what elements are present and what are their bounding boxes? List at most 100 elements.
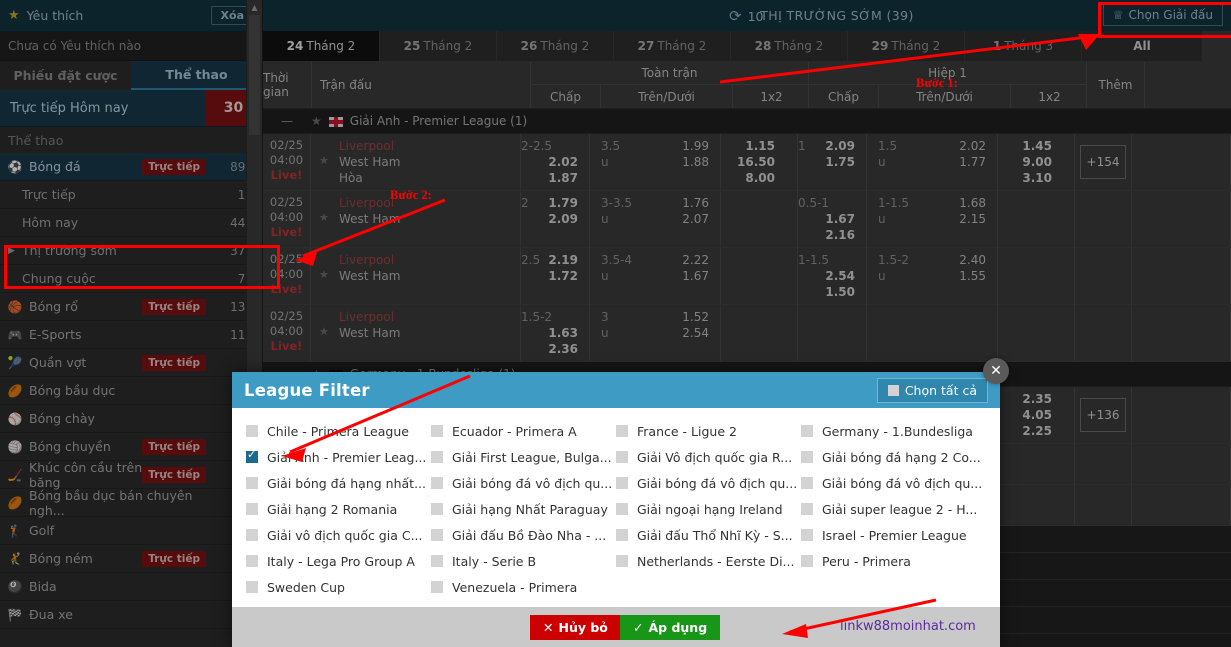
- date-tab[interactable]: 25 Tháng 2: [380, 31, 497, 61]
- list-item[interactable]: Giải bóng đá vô địch qu...: [616, 470, 801, 496]
- more-markets-cell[interactable]: [1075, 248, 1132, 304]
- checkbox-icon[interactable]: [616, 529, 628, 541]
- more-markets-button[interactable]: +154: [1079, 145, 1127, 179]
- list-item[interactable]: Peru - Primera: [801, 548, 986, 574]
- sidebar-item-chung-cuoc[interactable]: Chung cuộc 70: [0, 265, 262, 293]
- ft-handicap-cell[interactable]: 2 1.79 2.09: [521, 191, 590, 247]
- checkbox-icon[interactable]: [801, 425, 813, 437]
- select-all-button[interactable]: Chọn tất cả: [876, 377, 988, 403]
- ft-handicap-cell[interactable]: 2.5 2.19 1.72: [521, 248, 590, 304]
- tab-betslip[interactable]: Phiếu đặt cược: [0, 61, 131, 90]
- sidebar-item-hom-nay[interactable]: Hôm nay 449: [0, 209, 262, 237]
- list-item[interactable]: Giải super league 2 - H...: [801, 496, 986, 522]
- h1-overunder-cell[interactable]: 1-1.5 u 1.68 2.15: [867, 191, 998, 247]
- checkbox-icon[interactable]: [246, 503, 258, 515]
- cancel-button[interactable]: ✕ Hủy bỏ: [530, 615, 621, 640]
- h1-1x2-cell[interactable]: 1.45 9.00 3.10: [998, 134, 1075, 190]
- ft-handicap-cell[interactable]: 2-2.5 2.02 1.87: [521, 134, 590, 190]
- ft-overunder-cell[interactable]: 3-3.5 u 1.76 2.07: [590, 191, 721, 247]
- list-item[interactable]: Giải đấu Thổ Nhĩ Kỳ - S...: [616, 522, 801, 548]
- list-item[interactable]: Italy - Lega Pro Group A: [246, 548, 431, 574]
- checkbox-icon[interactable]: [246, 425, 258, 437]
- sidebar-item-sport[interactable]: 🏉 Bóng bầu dục: [0, 377, 262, 405]
- list-item[interactable]: Giải bóng đá hạng 2 Co...: [801, 444, 986, 470]
- more-markets-cell[interactable]: [1075, 444, 1132, 484]
- h1-1x2-cell[interactable]: [998, 248, 1075, 304]
- checkbox-icon[interactable]: [431, 581, 443, 593]
- list-item[interactable]: Giải bóng đá hạng nhất...: [246, 470, 431, 496]
- scroll-up-icon[interactable]: ▲: [247, 0, 262, 15]
- ft-1x2-cell[interactable]: [721, 305, 798, 361]
- sidebar-item-sport[interactable]: 🏉 Bóng bầu dục bán chuyên ngh...: [0, 488, 262, 518]
- checkbox-icon[interactable]: [246, 529, 258, 541]
- h1-1x2-cell[interactable]: [998, 485, 1075, 525]
- more-markets-cell[interactable]: +154: [1075, 134, 1132, 190]
- date-tab[interactable]: 24 Tháng 2: [263, 31, 380, 61]
- list-item[interactable]: Sweden Cup: [246, 574, 431, 600]
- sidebar-item-sport[interactable]: 🎾 Quần vợt Trực tiếp: [0, 349, 262, 377]
- list-item[interactable]: Netherlands - Eerste Di...: [616, 548, 801, 574]
- ft-overunder-cell[interactable]: 3 u 1.52 2.54: [590, 305, 721, 361]
- checkbox-icon[interactable]: [801, 503, 813, 515]
- more-markets-cell[interactable]: +136: [1075, 387, 1132, 443]
- checkbox-icon[interactable]: [431, 555, 443, 567]
- ft-handicap-cell[interactable]: 1.5-2 1.63 2.36: [521, 305, 590, 361]
- more-markets-button[interactable]: +136: [1079, 398, 1127, 432]
- h1-handicap-cell[interactable]: [798, 305, 867, 361]
- sidebar-item-sport[interactable]: 🏌 Golf: [0, 517, 262, 545]
- checkbox-icon[interactable]: [616, 555, 628, 567]
- checkbox-icon[interactable]: [801, 555, 813, 567]
- list-item[interactable]: Venezuela - Primera: [431, 574, 616, 600]
- list-item[interactable]: Giải hạng Nhất Paraguay: [431, 496, 616, 522]
- checkbox-icon[interactable]: [246, 555, 258, 567]
- checkbox-icon[interactable]: [616, 477, 628, 489]
- list-item[interactable]: Giải ngoại hạng Ireland: [616, 496, 801, 522]
- checkbox-icon[interactable]: [431, 503, 443, 515]
- ft-1x2-cell[interactable]: [721, 191, 798, 247]
- date-tab[interactable]: 26 Tháng 2: [497, 31, 614, 61]
- close-icon[interactable]: ✕: [983, 358, 1009, 384]
- checkbox-icon[interactable]: [801, 451, 813, 463]
- table-row[interactable]: 02/25 04:00 Live! ★ Liverpool West Ham 1.5-2 1.…: [263, 305, 1231, 362]
- h1-handicap-cell[interactable]: 1-1.5 2.54 1.50: [798, 248, 867, 304]
- checkbox-icon[interactable]: [246, 581, 258, 593]
- checkbox-icon[interactable]: [246, 477, 258, 489]
- sidebar-item-sport[interactable]: 🏒 Khúc côn cầu trên băng Trực tiếp: [0, 460, 262, 490]
- h1-overunder-cell[interactable]: 1.5-2 u 2.40 1.55: [867, 248, 998, 304]
- live-today-row[interactable]: Trực tiếp Hôm nay 30: [0, 90, 262, 127]
- list-item[interactable]: Giải hạng 2 Romania: [246, 496, 431, 522]
- checkbox-icon[interactable]: [801, 529, 813, 541]
- list-item[interactable]: Giải đấu Bồ Đào Nha - ...: [431, 522, 616, 548]
- sidebar-item-sport[interactable]: 🤾 Bóng ném Trực tiếp: [0, 545, 262, 573]
- checkbox-icon[interactable]: [246, 448, 258, 463]
- list-item[interactable]: Giải vô địch quốc gia C...: [246, 522, 431, 548]
- refresh-control[interactable]: ⟳ 10: [729, 7, 763, 25]
- checkbox-icon[interactable]: [801, 477, 813, 489]
- h1-1x2-cell[interactable]: [998, 444, 1075, 484]
- scrollbar-thumb[interactable]: [249, 15, 260, 135]
- sidebar-item-sport[interactable]: 🎱 Bida: [0, 573, 262, 601]
- ft-overunder-cell[interactable]: 3.5-4 u 2.22 1.67: [590, 248, 721, 304]
- refresh-icon[interactable]: ⟳: [729, 7, 742, 25]
- star-icon[interactable]: ★: [311, 114, 322, 128]
- sidebar-item-truc-tiep[interactable]: Trực tiếp 16: [0, 181, 262, 209]
- checkbox-icon[interactable]: [431, 529, 443, 541]
- league-header[interactable]: — ★ Giải Anh - Premier League (1): [263, 109, 1231, 134]
- h1-handicap-cell[interactable]: 1 2.09 1.75: [798, 134, 867, 190]
- sidebar-item-sport[interactable]: 🏁 Đua xe: [0, 601, 262, 629]
- list-item[interactable]: Israel - Premier League: [801, 522, 986, 548]
- apply-button[interactable]: ✓ Áp dụng: [620, 615, 721, 640]
- star-icon[interactable]: ★: [319, 324, 329, 340]
- list-item[interactable]: Giải bóng đá vô địch qu...: [431, 470, 616, 496]
- h1-1x2-cell[interactable]: 2.35 4.05 2.25: [998, 387, 1075, 443]
- table-row[interactable]: 02/25 04:00 Live! ★ Liverpool West Ham Hòa 2-2.…: [263, 134, 1231, 191]
- sidebar-item-sport[interactable]: 🎮 E-Sports 111: [0, 321, 262, 349]
- minus-icon[interactable]: —: [263, 114, 311, 128]
- checkbox-icon[interactable]: [616, 425, 628, 437]
- list-item[interactable]: Germany - 1.Bundesliga: [801, 418, 986, 444]
- list-item[interactable]: France - Ligue 2: [616, 418, 801, 444]
- sidebar-item-sport[interactable]: 🏀 Bóng rổ Trực tiếp 132: [0, 293, 262, 321]
- sidebar-item-sport[interactable]: ⚾ Bóng chày: [0, 405, 262, 433]
- sidebar-item-thi-truong-som[interactable]: ▶ Thị trường sớm 373: [0, 237, 262, 265]
- tab-sports[interactable]: Thể thao: [131, 61, 262, 90]
